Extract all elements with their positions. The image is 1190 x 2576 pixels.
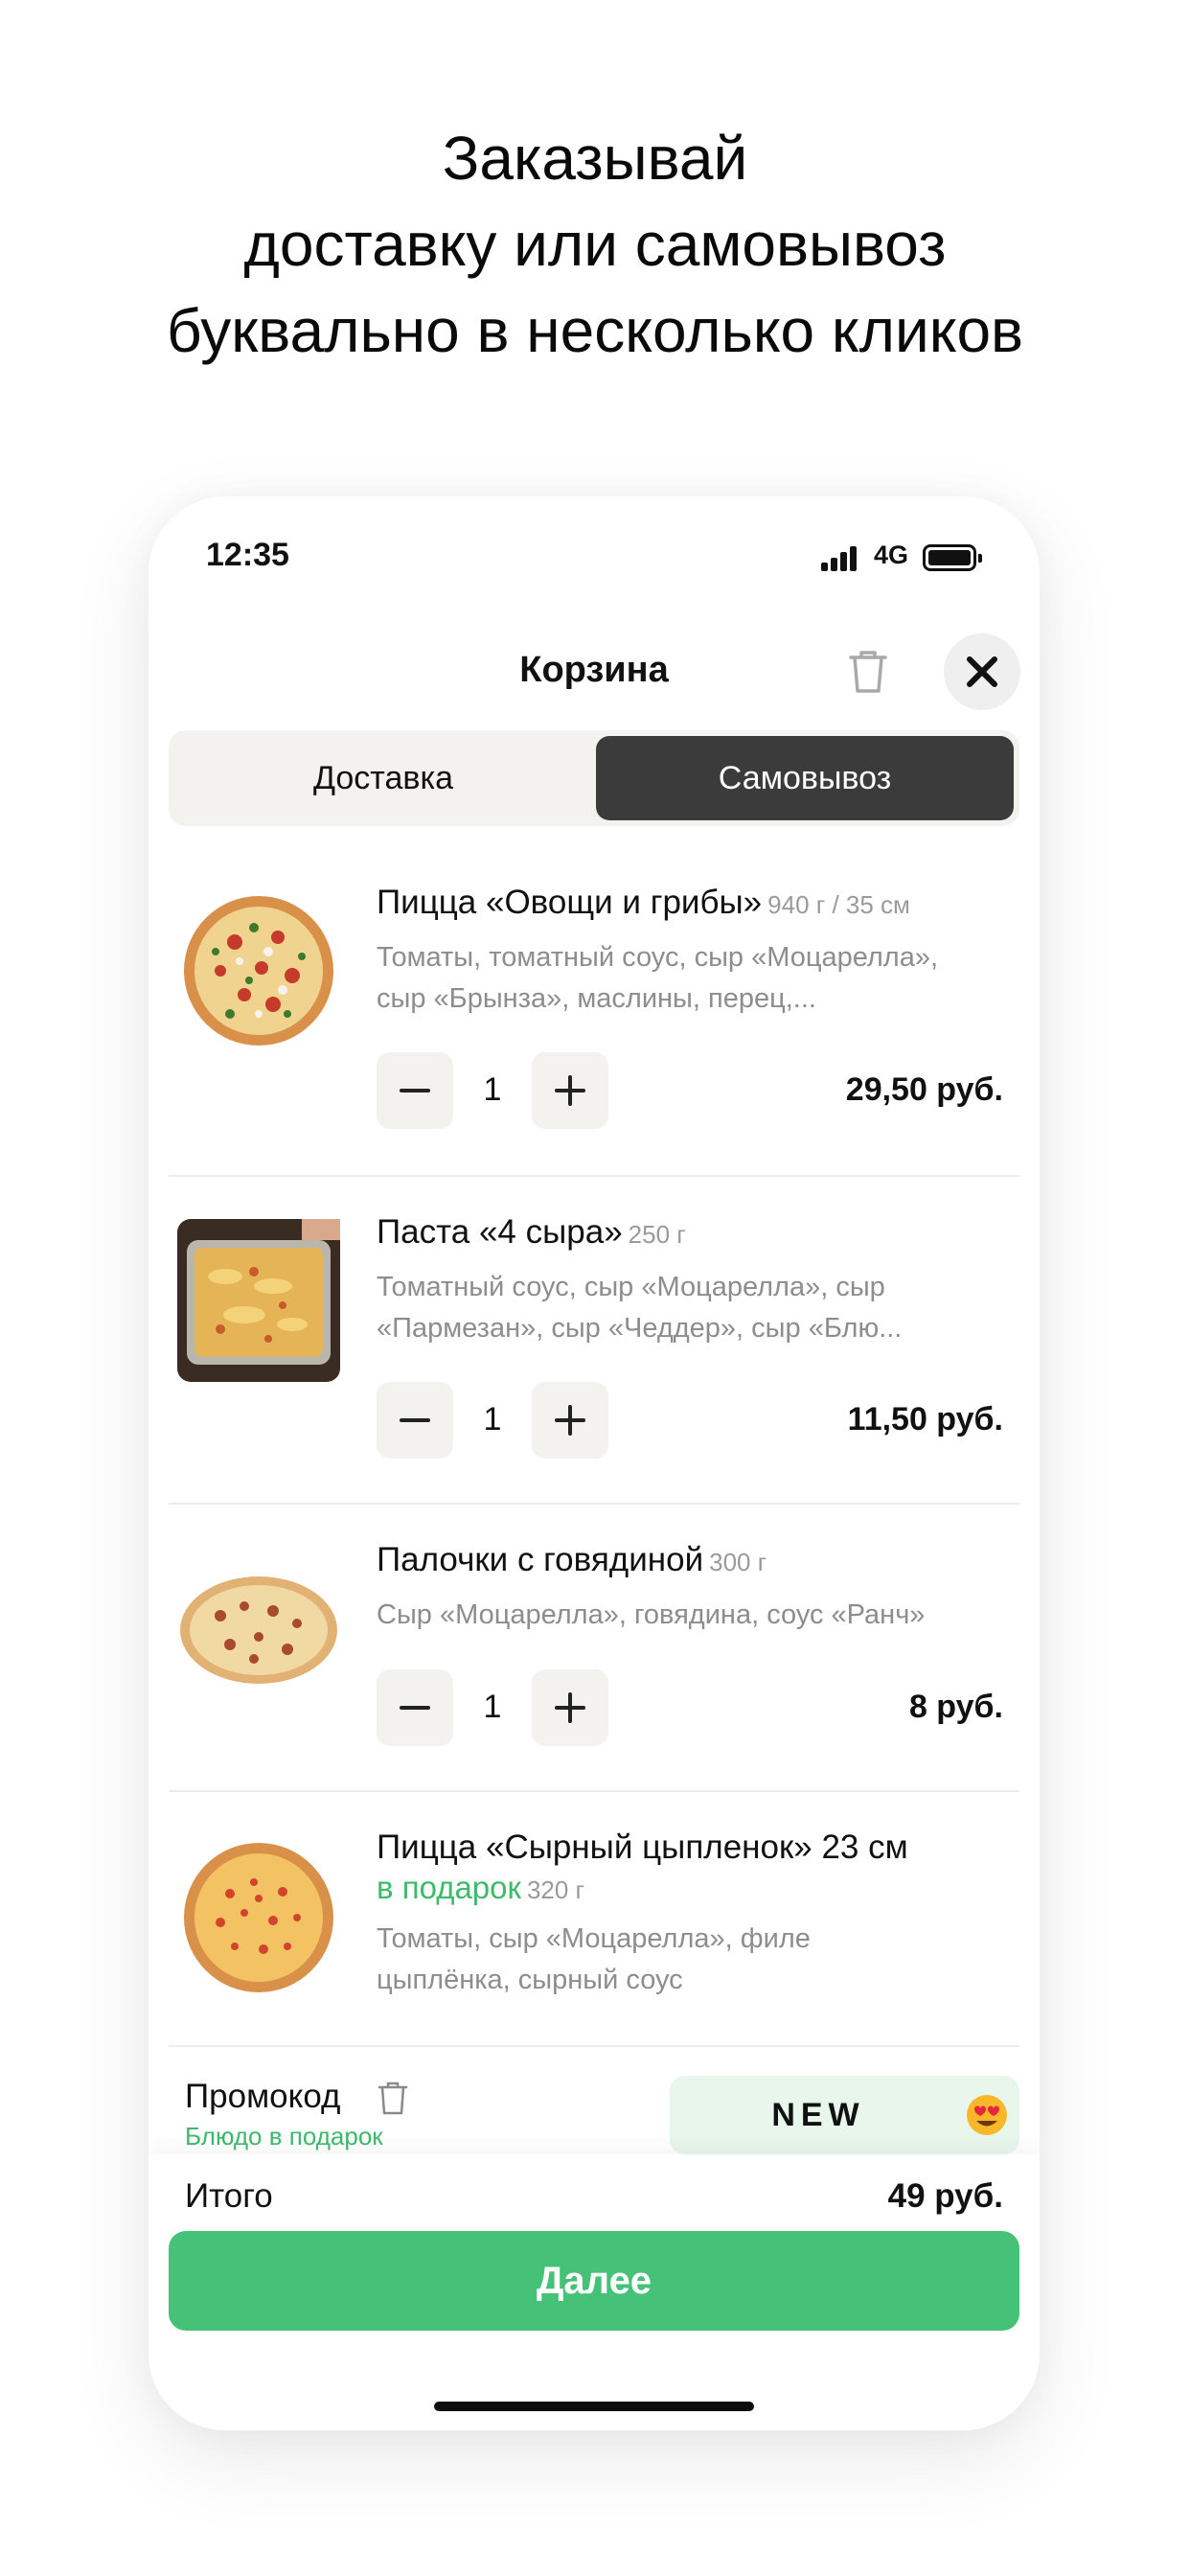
item-description-line: Томаты, томатный соус, сыр «Моцарелла», (377, 942, 939, 973)
item-description-line: сыр «Брынза», маслины, перец,... (377, 983, 816, 1014)
promo-code-value: NEW (771, 2097, 865, 2133)
phone-frame: 12:35 4G Корзина Доставка Самовывоз Пицц… (149, 496, 1040, 2430)
divider (169, 1790, 1019, 1792)
increase-quantity-button[interactable] (532, 1382, 608, 1459)
quantity-value: 1 (483, 1071, 502, 1108)
divider (169, 1503, 1019, 1505)
heart-eyes-emoji-icon (967, 2095, 1007, 2135)
headline-line-1: Заказывай (442, 124, 748, 193)
item-weight: 320 г (526, 1875, 585, 1904)
item-description: Сыр «Моцарелла», говядина, соус «Ранч» (377, 1595, 1009, 1636)
item-name: Палочки с говядиной 300 г (377, 1541, 767, 1579)
item-description-line: Томатный соус, сыр «Моцарелла», сыр (377, 1272, 885, 1302)
item-price: 8 руб. (908, 1689, 1003, 1725)
network-label: 4G (874, 540, 909, 569)
headline-line-3: буквально в несколько кликов (166, 296, 1024, 365)
pasta-four-cheese-image[interactable] (177, 1219, 340, 1382)
item-name-text: Пицца «Овощи и грибы» (377, 884, 763, 921)
pizza-cheesy-chicken-image[interactable] (177, 1836, 340, 1999)
item-weight: 250 г (628, 1220, 686, 1249)
item-name-text: Паста «4 сыра» (377, 1213, 623, 1251)
item-weight: 300 г (709, 1548, 767, 1576)
divider (169, 2045, 1019, 2047)
status-bar: 12:35 4G (149, 496, 1040, 611)
pizza-vegetables-image[interactable] (177, 889, 340, 1052)
status-time: 12:35 (206, 537, 289, 573)
gift-line: в подарок 320 г (377, 1869, 584, 1907)
item-name: Паста «4 сыра» 250 г (377, 1213, 686, 1252)
item-description: Томаты, томатный соус, сыр «Моцарелла», … (377, 937, 1009, 1020)
item-name: Пицца «Овощи и грибы» 940 г / 35 см (377, 884, 910, 922)
quantity-value: 1 (483, 1689, 502, 1725)
promo-subtitle: Блюдо в подарок (185, 2122, 383, 2150)
beef-sticks-image[interactable] (177, 1549, 340, 1712)
cart-footer: Итого 49 руб. Далее (149, 2154, 1040, 2430)
tab-pickup[interactable]: Самовывоз (596, 736, 1014, 820)
item-weight: 940 г / 35 см (767, 890, 910, 919)
item-description-line: «Пармезан», сыр «Чеддер», сыр «Блю... (377, 1313, 903, 1344)
promo-label: Промокод (185, 2078, 341, 2115)
close-button[interactable] (944, 633, 1020, 710)
close-icon (967, 656, 997, 687)
decrease-quantity-button[interactable] (377, 1382, 453, 1459)
headline-line-2: доставку или самовывоз (243, 210, 947, 279)
battery-level (928, 550, 971, 565)
delivery-mode-switch: Доставка Самовывоз (169, 730, 1019, 826)
item-description: Томаты, сыр «Моцарелла», филе цыплёнка, … (377, 1919, 1009, 2001)
promo-code-field[interactable]: NEW (670, 2076, 1019, 2154)
promo-trash-icon[interactable] (377, 2080, 409, 2116)
gift-label: в подарок (377, 1870, 521, 1905)
divider (169, 1175, 1019, 1177)
total-value: 49 руб. (887, 2177, 1003, 2215)
battery-icon (923, 544, 982, 571)
signal-icon (821, 546, 858, 571)
trash-icon[interactable] (845, 647, 891, 695)
item-description-line: Томаты, сыр «Моцарелла», филе (377, 1923, 811, 1954)
item-name-text: Палочки с говядиной (377, 1541, 704, 1578)
next-button[interactable]: Далее (169, 2231, 1019, 2331)
item-price: 11,50 руб. (847, 1401, 1003, 1438)
item-description: Томатный соус, сыр «Моцарелла», сыр «Пар… (377, 1267, 1009, 1349)
increase-quantity-button[interactable] (532, 1052, 608, 1129)
headline: Заказывай доставку или самовывоз букваль… (0, 115, 1190, 374)
item-price: 29,50 руб. (845, 1071, 1003, 1108)
page-title: Корзина (519, 650, 669, 690)
item-description-line: цыплёнка, сырный соус (377, 1965, 683, 1995)
increase-quantity-button[interactable] (532, 1669, 608, 1746)
total-label: Итого (185, 2177, 273, 2215)
decrease-quantity-button[interactable] (377, 1669, 453, 1746)
tab-delivery[interactable]: Доставка (174, 736, 592, 820)
decrease-quantity-button[interactable] (377, 1052, 453, 1129)
item-description-line: Сыр «Моцарелла», говядина, соус «Ранч» (377, 1599, 926, 1630)
home-indicator[interactable] (434, 2402, 754, 2411)
item-name: Пицца «Сырный цыпленок» 23 см (377, 1828, 908, 1866)
quantity-value: 1 (483, 1401, 502, 1438)
